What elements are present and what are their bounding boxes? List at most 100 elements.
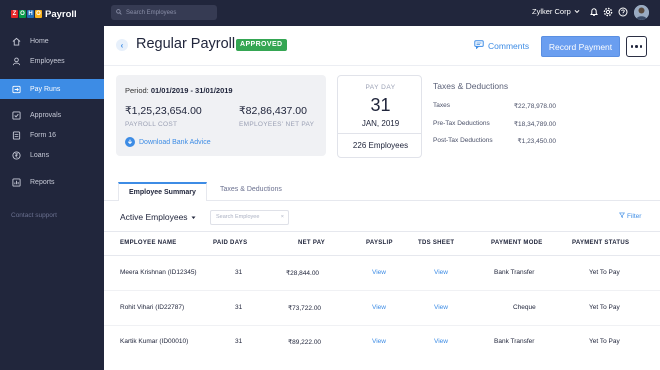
row-divider	[104, 290, 660, 291]
org-switcher[interactable]: Zylker Corp	[532, 7, 580, 16]
caret-down-icon	[191, 212, 196, 222]
paid-days-cell: 31	[235, 269, 243, 276]
sidebar-item-label: Employees	[30, 57, 65, 65]
employee-name-link[interactable]: Kartik Kumar (ID00010)	[120, 338, 188, 345]
payment-status-cell: Yet To Pay	[589, 338, 620, 345]
payment-status-cell: Yet To Pay	[589, 304, 620, 311]
tab-employee-summary[interactable]: Employee Summary	[118, 182, 207, 201]
view-payslip-link[interactable]: View	[372, 338, 386, 345]
column-header-paid-days[interactable]: PAID DAYS	[213, 240, 247, 246]
avatar[interactable]	[634, 5, 649, 20]
dot	[630, 45, 634, 48]
divider	[104, 65, 660, 66]
download-icon	[125, 137, 135, 147]
more-options-button[interactable]	[626, 36, 647, 57]
brand[interactable]: Z O H O Payroll	[0, 0, 104, 28]
funnel-icon	[619, 212, 625, 220]
logo-letter: O	[35, 10, 42, 18]
sidebar-item-label: Approvals	[30, 111, 62, 119]
tax-label: Post-Tax Deductions	[433, 137, 493, 144]
filter-button[interactable]: Filter	[619, 212, 641, 220]
logo-letter: Z	[11, 10, 18, 18]
help-icon[interactable]	[617, 6, 628, 17]
column-header-payment-mode[interactable]: PAYMENT MODE	[491, 240, 543, 246]
column-header-employee-name[interactable]: EMPLOYEE NAME	[120, 240, 177, 246]
download-bank-advice-label: Download Bank Advice	[139, 138, 211, 146]
comments-button[interactable]: Comments	[474, 40, 529, 51]
bell-icon[interactable]	[588, 6, 599, 17]
sidebar-item-home[interactable]: Home	[0, 31, 104, 51]
tax-label: Pre-Tax Deductions	[433, 120, 490, 127]
column-header-payment-status[interactable]: PAYMENT STATUS	[572, 240, 629, 246]
contact-support-link[interactable]: Contact support	[11, 212, 57, 219]
comments-label: Comments	[488, 40, 530, 51]
user-icon	[11, 56, 21, 66]
home-icon	[11, 36, 21, 46]
document-icon	[11, 130, 21, 140]
net-pay-cell: ₹73,722.00	[288, 305, 322, 312]
payroll-summary-card: Period: 01/01/2019 - 31/01/2019 ₹1,25,23…	[116, 75, 326, 156]
page-title: Regular Payroll	[136, 36, 236, 52]
column-header-tds-sheet[interactable]: TDS SHEET	[418, 240, 454, 246]
gear-icon[interactable]	[602, 6, 613, 17]
sidebar-item-loans[interactable]: Loans	[0, 145, 104, 165]
sidebar-item-form-16[interactable]: Form 16	[0, 125, 104, 145]
employee-search-input[interactable]: Search Employee ×	[210, 210, 289, 225]
clear-icon[interactable]: ×	[281, 211, 284, 224]
payroll-cost-amount: ₹1,25,23,654.00	[125, 105, 202, 117]
paid-days-cell: 31	[235, 304, 243, 311]
sidebar-item-label: Loans	[30, 151, 50, 159]
pay-period: Period: 01/01/2019 - 31/01/2019	[125, 86, 233, 95]
sidebar-item-employees[interactable]: Employees	[0, 51, 104, 71]
column-header-payslip[interactable]: PAYSLIP	[366, 240, 393, 246]
search-icon	[116, 8, 122, 17]
view-tds-link[interactable]: View	[434, 338, 448, 345]
tax-value: ₹18,34,789.00	[513, 121, 556, 128]
net-pay-label: EMPLOYEES' NET PAY	[239, 121, 315, 128]
download-bank-advice-link[interactable]: Download Bank Advice	[125, 137, 211, 147]
pay-day-card: PAY DAY 31 JAN, 2019 226 Employees	[337, 75, 422, 158]
status-badge: APPROVED	[236, 39, 287, 51]
view-tds-link[interactable]: View	[434, 304, 448, 311]
dot	[639, 45, 643, 48]
record-payment-button[interactable]: Record Payment	[541, 36, 620, 57]
product-name: Payroll	[45, 8, 77, 20]
sidebar-item-label: Home	[30, 37, 49, 45]
logo-letter: H	[27, 10, 34, 18]
view-payslip-link[interactable]: View	[372, 269, 386, 276]
row-divider	[104, 325, 660, 326]
checkbox-icon	[11, 110, 21, 120]
sidebar: Z O H O Payroll Home Employees Pay Runs …	[0, 0, 104, 370]
top-bar: Search Employees Zylker Corp	[104, 0, 660, 26]
pay-day-date: 31	[370, 95, 391, 115]
dot	[635, 45, 638, 48]
comment-icon	[474, 40, 484, 51]
chevron-down-icon	[574, 7, 580, 16]
taxes-title: Taxes & Deductions	[433, 81, 509, 91]
sidebar-item-reports[interactable]: Reports	[0, 172, 104, 192]
sidebar-item-label: Pay Runs	[30, 85, 61, 93]
chevron-left-icon: ‹	[120, 40, 124, 50]
column-header-net-pay[interactable]: NET PAY	[298, 240, 325, 246]
sidebar-item-approvals[interactable]: Approvals	[0, 105, 104, 125]
back-button[interactable]: ‹	[116, 39, 128, 51]
divider	[338, 133, 421, 134]
filter-label: Filter	[627, 212, 642, 220]
rupee-icon	[11, 150, 21, 160]
view-tds-link[interactable]: View	[434, 269, 448, 276]
tab-taxes-deductions[interactable]: Taxes & Deductions	[220, 186, 282, 193]
sidebar-item-pay-runs[interactable]: Pay Runs	[0, 79, 104, 99]
employee-status-dropdown[interactable]: Active Employees	[120, 212, 196, 222]
employee-name-link[interactable]: Meera Krishnan (ID12345)	[120, 269, 197, 276]
tax-value: ₹1,23,450.00	[517, 138, 556, 145]
pay-day-month: JAN, 2019	[361, 119, 400, 128]
employee-name-link[interactable]: Rohit Vihari (ID22787)	[120, 304, 184, 311]
payment-status-cell: Yet To Pay	[589, 269, 620, 276]
header-divider	[104, 255, 660, 256]
employee-count: 226 Employees	[352, 141, 409, 150]
sidebar-item-label: Reports	[30, 178, 55, 186]
view-payslip-link[interactable]: View	[372, 304, 386, 311]
net-pay-cell: ₹28,844.00	[286, 270, 320, 277]
dropdown-value: Active Employees	[120, 212, 188, 222]
global-search-input[interactable]: Search Employees	[111, 5, 217, 20]
